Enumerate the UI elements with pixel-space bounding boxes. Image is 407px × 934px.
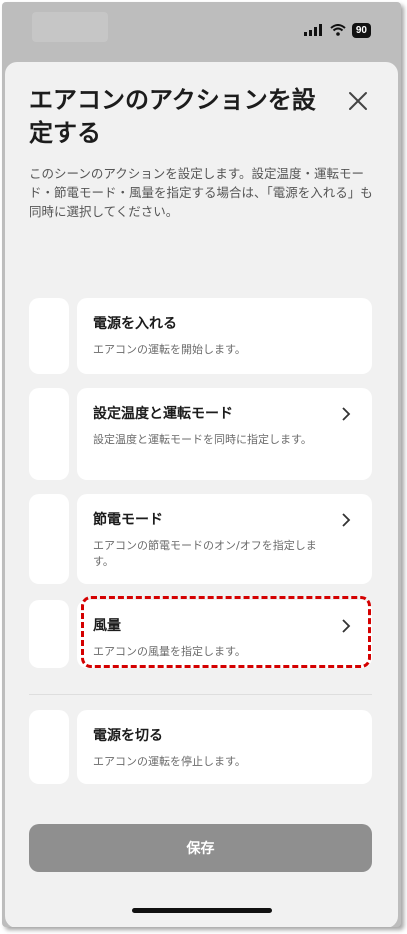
action-sheet: エアコンのアクションを設定する このシーンのアクションを設定します。設定温度・運… [5,62,398,927]
section-divider [29,694,372,695]
action-fan-speed[interactable]: 風量 エアコンの風量を指定します。 [77,600,372,668]
action-title: 風量 [93,618,121,634]
home-indicator [132,908,272,913]
action-title: 節電モード [93,512,163,528]
action-temperature-mode[interactable]: 設定温度と運転モード 設定温度と運転モードを同時に指定します。 [77,388,372,480]
action-title: 設定温度と運転モード [93,406,233,422]
checkbox-temperature-mode[interactable] [29,388,69,480]
action-power-on[interactable]: 電源を入れる エアコンの運転を開始します。 [77,298,372,374]
save-button[interactable]: 保存 [29,824,372,872]
chevron-right-icon [340,406,352,422]
action-subtitle: エアコンの運転を停止します。 [93,755,246,768]
action-subtitle: 設定温度と運転モードを同時に指定します。 [93,433,312,446]
action-title: 電源を切る [93,728,163,744]
checkbox-power-off[interactable] [29,710,69,784]
status-time-blurred [32,12,108,42]
action-subtitle: エアコンの運転を開始します。 [93,343,246,356]
sheet-description: このシーンのアクションを設定します。設定温度・運転モード・節電モード・風量を指定… [29,166,373,219]
action-subtitle: エアコンの節電モードのオン/オフを指定します。 [93,539,317,568]
close-icon[interactable] [345,88,371,114]
checkbox-power-on[interactable] [29,298,69,374]
action-title: 電源を入れる [93,316,177,332]
status-icons: 90 [303,21,371,40]
action-power-saving[interactable]: 節電モード エアコンの節電モードのオン/オフを指定します。 [77,494,372,584]
phone-screen: 90 エアコンのアクションを設定する このシーンのアクションを設定します。設定温… [2,2,401,927]
chevron-right-icon [340,512,352,528]
battery-icon: 90 [351,22,371,38]
signal-icon [303,21,324,40]
checkbox-power-saving[interactable] [29,494,69,584]
action-subtitle: エアコンの風量を指定します。 [93,645,246,658]
sheet-title: エアコンのアクションを設定する [29,86,316,147]
checkbox-fan-speed[interactable] [29,600,69,668]
action-power-off[interactable]: 電源を切る エアコンの運転を停止します。 [77,710,372,784]
status-bar: 90 [2,2,401,54]
chevron-right-icon [340,618,352,634]
wifi-icon [330,21,346,40]
